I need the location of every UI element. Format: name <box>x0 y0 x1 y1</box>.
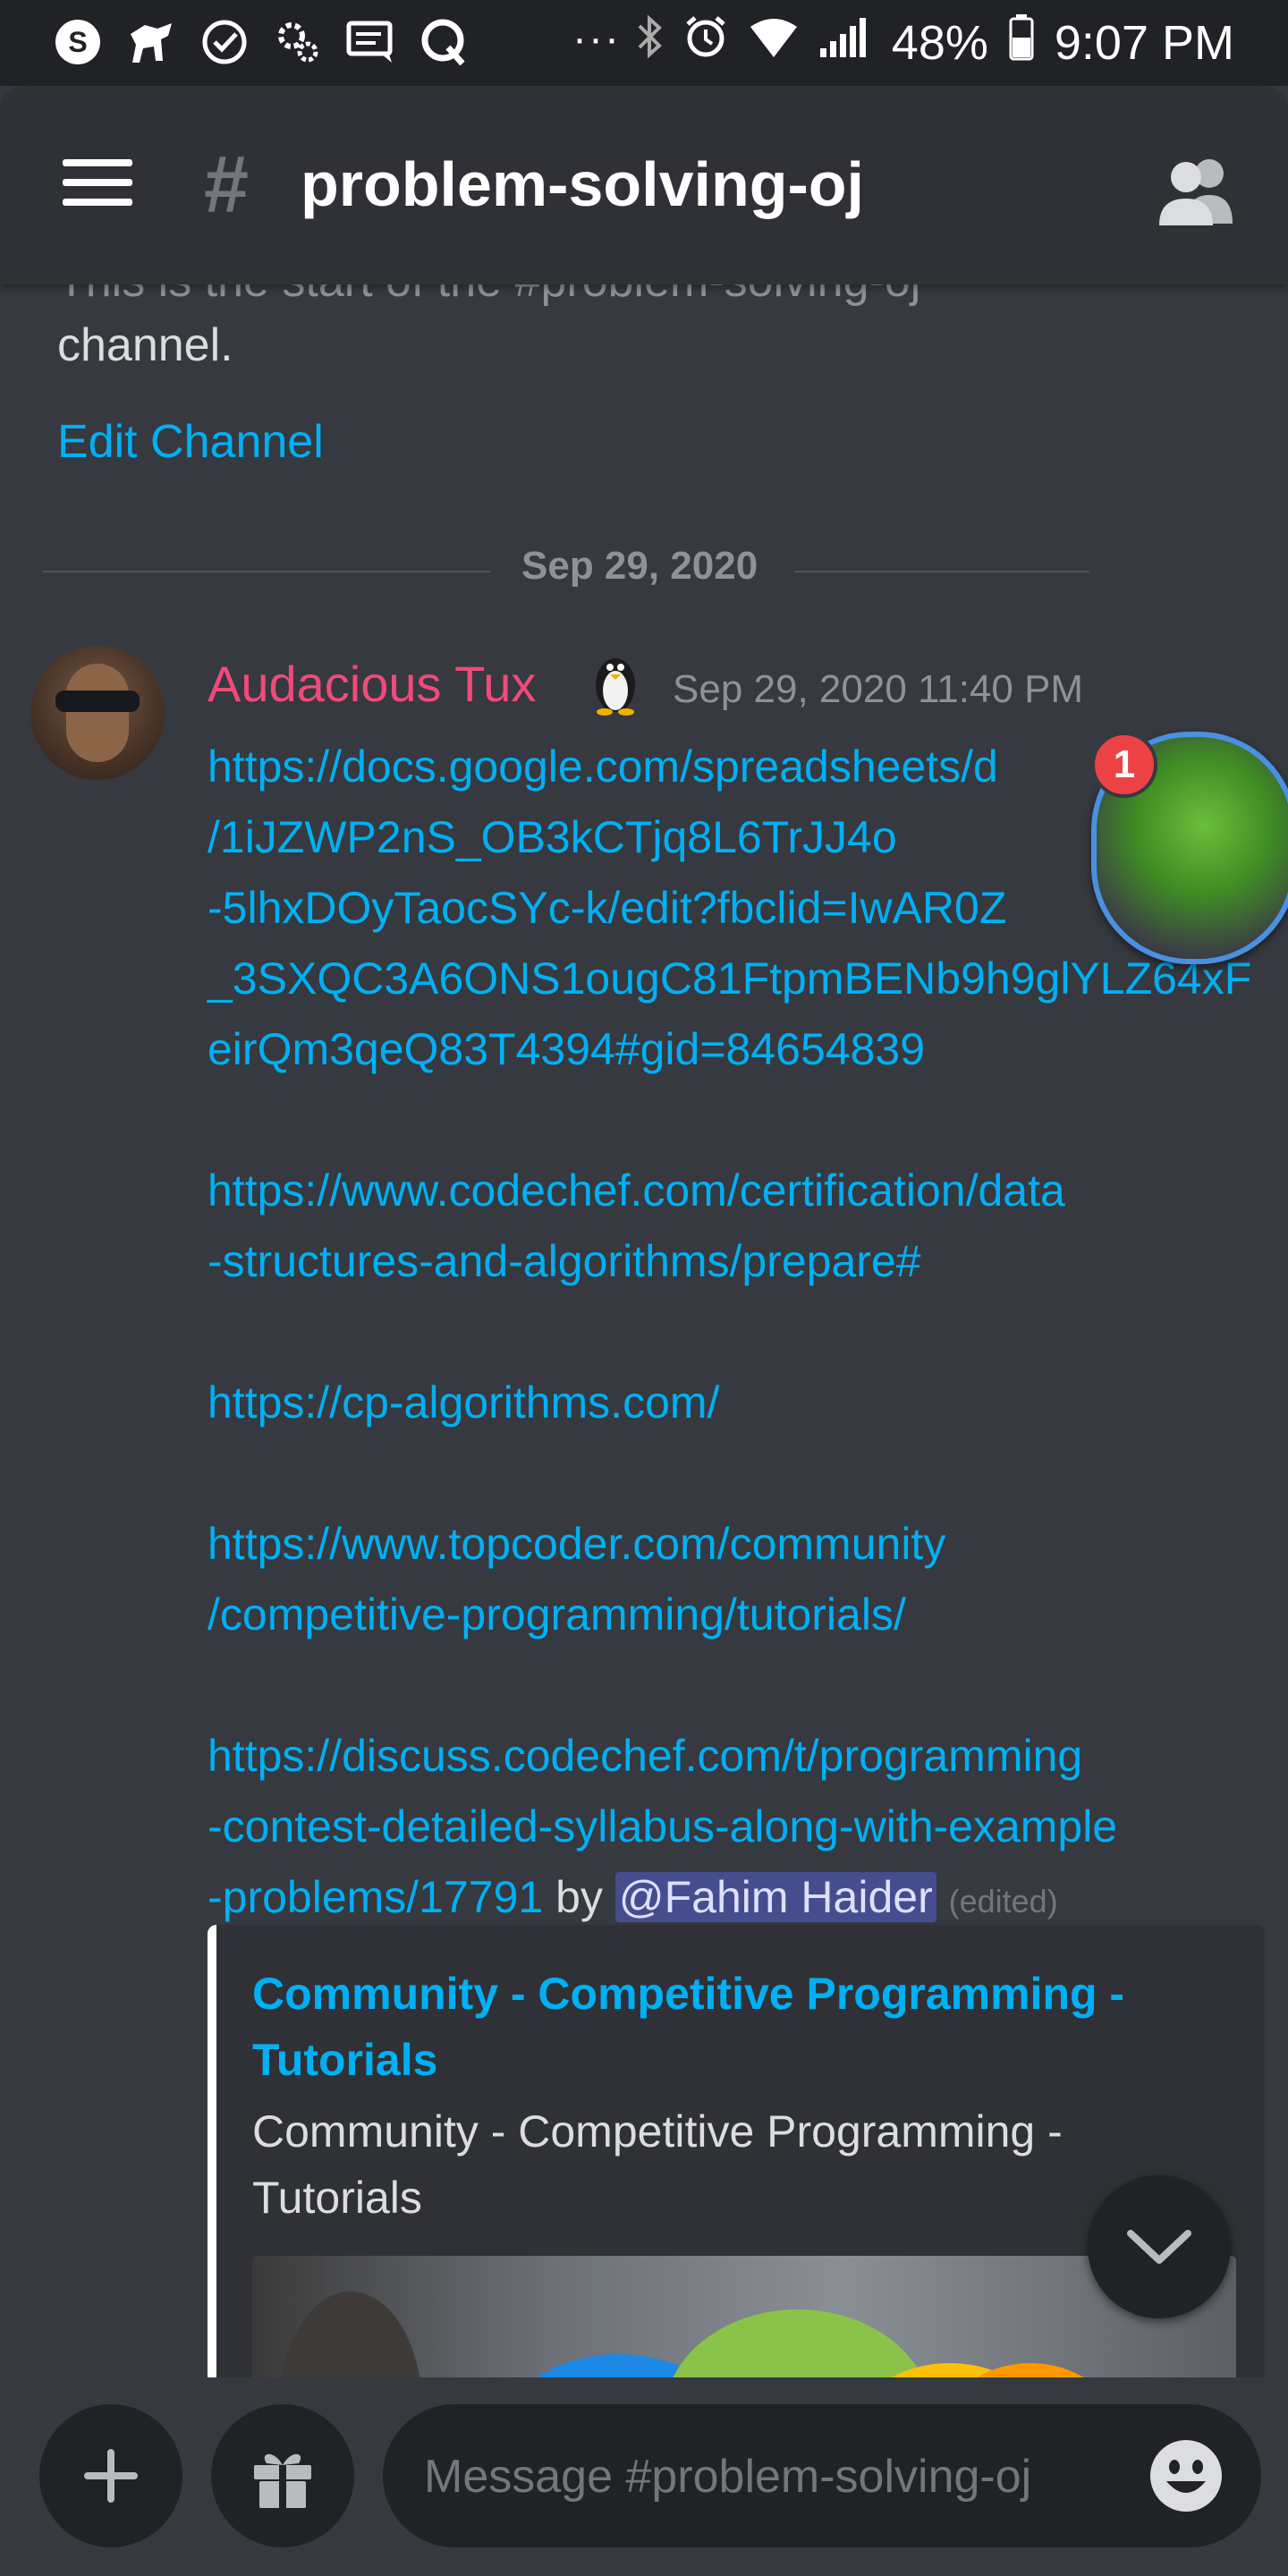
chat-head-bubble[interactable]: 1 <box>1091 732 1288 964</box>
status-bar-app-icons: S <box>52 16 470 68</box>
status-overflow: ··· <box>572 15 621 63</box>
link-line[interactable]: _3SXQC3A6ONS1ougC81FtpmBENb9h9glYLZ64xF <box>208 944 1263 1014</box>
gift-icon <box>254 2453 311 2508</box>
by-text: by <box>555 1872 603 1922</box>
embed-image[interactable] <box>252 2256 1236 2377</box>
message-timestamp: Sep 29, 2020 11:40 PM <box>673 667 1084 711</box>
clock: 9:07 PM <box>1054 15 1234 70</box>
horse-icon <box>125 16 177 68</box>
status-bar-system: 48% 9:07 PM <box>636 13 1234 72</box>
status-bar: S ··· 48% 9:07 PM <box>0 0 1288 86</box>
battery-icon <box>1008 13 1035 72</box>
link-line[interactable]: eirQm3qeQ83T4394#gid=84654839 <box>208 1014 1263 1085</box>
link-embed: Community - Competitive Programming - Tu… <box>208 1925 1265 2377</box>
plus-icon <box>84 2449 138 2503</box>
notification-badge: 1 <box>1091 732 1157 798</box>
message-icon <box>345 16 397 68</box>
alarm-icon <box>682 13 729 72</box>
channel-header: # problem-solving-oj <box>0 86 1288 284</box>
date-divider: Sep 29, 2020 <box>43 544 1089 597</box>
channel-hash-icon: # <box>204 140 250 230</box>
signal-icon <box>818 15 872 71</box>
channel-intro-line: channel. <box>57 319 233 371</box>
author-avatar[interactable] <box>30 646 165 780</box>
battery-percent: 48% <box>891 15 988 70</box>
channel-intro: This is the start of the #problem-solvin… <box>57 284 1131 377</box>
link-line[interactable]: -contest-detailed-syllabus-along-with-ex… <box>208 1792 1263 1862</box>
menu-icon[interactable] <box>63 159 132 211</box>
members-icon[interactable] <box>1154 154 1240 225</box>
link-tail[interactable]: -problems/17791 <box>208 1872 543 1922</box>
penguin-icon <box>590 649 640 716</box>
link-line[interactable]: -structures-and-algorithms/prepare# <box>208 1226 1263 1297</box>
gift-button[interactable] <box>211 2404 354 2547</box>
emoji-button[interactable] <box>1147 2436 1225 2515</box>
channel-title: problem-solving-oj <box>301 149 864 219</box>
skype-icon: S <box>52 16 104 68</box>
quora-icon <box>419 16 470 68</box>
wifi-icon <box>749 15 799 71</box>
message-input[interactable] <box>422 2440 1123 2513</box>
check-circle-icon <box>199 16 250 68</box>
message-composer <box>0 2377 1288 2576</box>
chat-scroll-area[interactable]: This is the start of the #problem-solvin… <box>0 284 1288 2377</box>
edited-label: (edited) <box>948 1883 1058 1919</box>
edit-channel-link[interactable]: Edit Channel <box>57 415 324 469</box>
embed-description: Community - Competitive Programming - Tu… <box>252 2106 1063 2223</box>
message-input-wrapper <box>383 2404 1261 2547</box>
settings-icon <box>272 16 324 68</box>
date-divider-label: Sep 29, 2020 <box>521 544 758 588</box>
embed-title[interactable]: Community - Competitive Programming - Tu… <box>252 1961 1218 2093</box>
jump-to-bottom-button[interactable] <box>1088 2175 1231 2318</box>
svg-text:S: S <box>68 26 87 58</box>
channel-intro-line: This is the start of the #problem-solvin… <box>57 284 1131 313</box>
user-mention[interactable]: @Fahim Haider <box>614 1872 936 1922</box>
author-name[interactable]: Audacious Tux <box>208 655 536 713</box>
link-line[interactable]: https://www.topcoder.com/community <box>208 1509 1263 1580</box>
link-line[interactable]: https://cp-algorithms.com/ <box>208 1368 1263 1438</box>
add-attachment-button[interactable] <box>39 2404 182 2547</box>
link-line[interactable]: https://www.codechef.com/certification/d… <box>208 1156 1263 1226</box>
smiley-icon <box>1150 2440 1222 2512</box>
chevron-down-icon <box>1127 2230 1191 2264</box>
link-line[interactable]: /competitive-programming/tutorials/ <box>208 1580 1263 1650</box>
bluetooth-icon <box>636 13 663 72</box>
link-line[interactable]: https://discuss.codechef.com/t/programmi… <box>208 1721 1263 1792</box>
